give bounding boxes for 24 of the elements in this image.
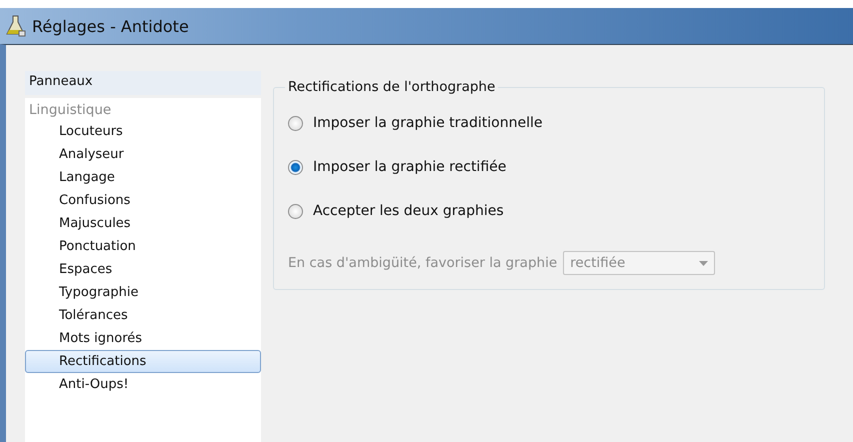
panel-item[interactable]: Ponctuation — [25, 235, 261, 258]
panel-item[interactable]: Rectifications — [25, 350, 261, 373]
group-title: Rectifications de l'orthographe — [287, 79, 496, 95]
radio-button[interactable] — [288, 204, 303, 218]
flask-icon — [6, 15, 26, 37]
panel-item[interactable]: Majuscules — [25, 212, 261, 235]
panel-item[interactable]: Typographie — [25, 281, 261, 304]
panel-item[interactable]: Mots ignorés — [25, 327, 261, 350]
radio-label: Imposer la graphie traditionnelle — [313, 115, 542, 131]
panel-item[interactable]: Confusions — [25, 189, 261, 212]
panel-header: Panneaux — [25, 71, 261, 95]
radio-button[interactable] — [288, 116, 303, 130]
panel-item[interactable]: Langage — [25, 166, 261, 189]
radio-button[interactable] — [288, 160, 303, 174]
ambiguity-label: En cas d'ambigüité, favoriser la graphie — [288, 255, 558, 271]
panel-item[interactable]: Locuteurs — [25, 120, 261, 143]
panel-item[interactable]: Analyseur — [25, 143, 261, 166]
caret-icon — [699, 260, 708, 266]
panel-item[interactable]: Tolérances — [25, 304, 261, 327]
radio-label: Accepter les deux graphies — [313, 203, 504, 219]
radio-label: Imposer la graphie rectifiée — [313, 159, 506, 175]
panel-item[interactable]: Anti-Oups! — [25, 373, 261, 396]
window-title: Réglages - Antidote — [32, 16, 189, 36]
panel-item[interactable]: Espaces — [25, 258, 261, 281]
